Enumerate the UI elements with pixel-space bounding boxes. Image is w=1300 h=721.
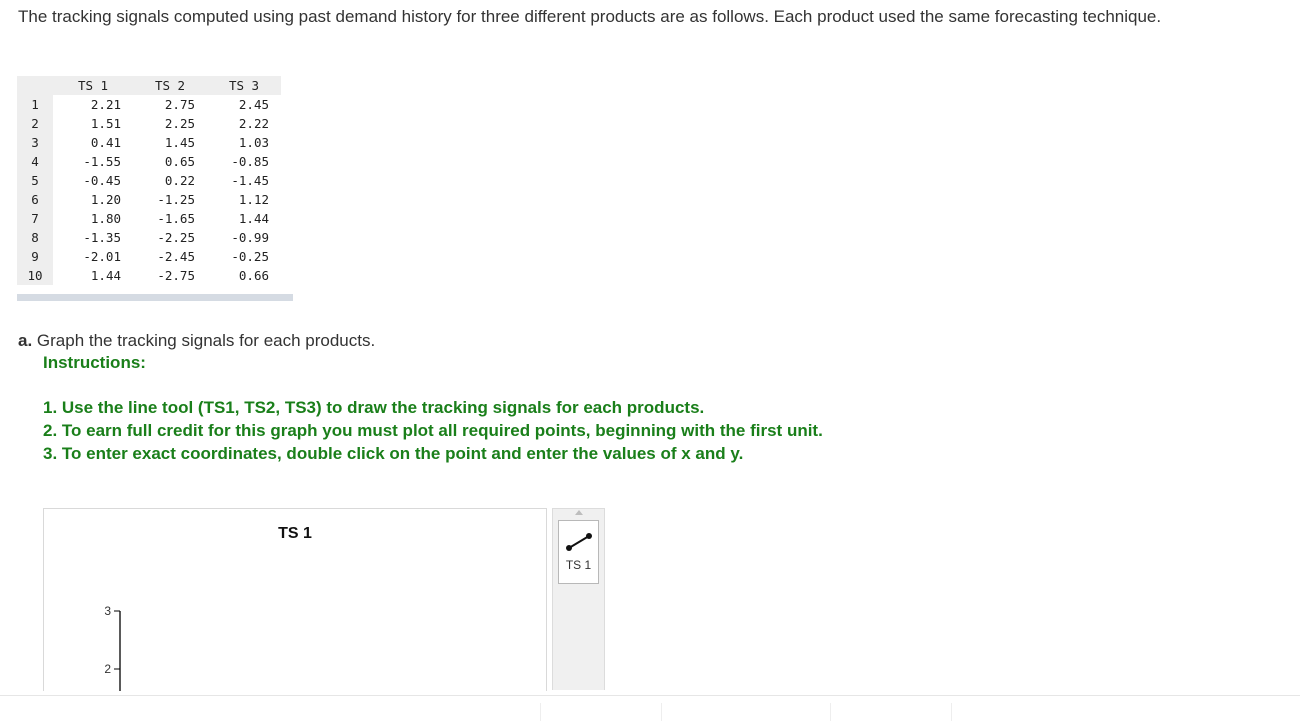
table-row: 2 1.51 2.25 2.22 [17,114,281,133]
row-index-cell: 6 [17,190,53,209]
table-row: 1 2.21 2.75 2.45 [17,95,281,114]
ts1-value-cell: -2.01 [83,249,121,264]
footer-separator [540,703,541,721]
instruction-item: 1. Use the line tool (TS1, TS2, TS3) to … [43,398,705,417]
ts3-value-cell: 2.22 [238,116,269,131]
ts3-value-cell: -1.45 [231,173,269,188]
ts2-value-cell: 2.25 [164,116,195,131]
ts3-value-cell: 1.12 [238,192,269,207]
ts1-value-cell: 1.20 [90,192,121,207]
ts1-value-cell: -0.45 [83,173,121,188]
row-index-cell: 10 [17,266,53,285]
line-tool-ts1-button[interactable]: TS 1 [558,520,599,584]
instructions-list: 1. Use the line tool (TS1, TS2, TS3) to … [43,396,823,465]
tool-palette: TS 1 [552,508,605,690]
instruction-item: 3. To enter exact coordinates, double cl… [43,444,744,463]
ts2-value-cell: -2.45 [157,249,195,264]
column-header-ts2: TS 2 [133,76,207,95]
footer-separator [830,703,831,721]
footer-divider [0,695,1300,696]
ts3-value-cell: -0.99 [231,230,269,245]
ts1-value-cell: 1.80 [90,211,121,226]
row-index-cell: 2 [17,114,53,133]
table-row: 6 1.20 -1.25 1.12 [17,190,281,209]
table-row: 7 1.80 -1.65 1.44 [17,209,281,228]
table-row: 9 -2.01 -2.45 -0.25 [17,247,281,266]
row-index-header [17,76,53,95]
ts2-value-cell: 1.45 [164,135,195,150]
problem-intro: The tracking signals computed using past… [18,7,1162,26]
ts1-value-cell: -1.35 [83,230,121,245]
graph-axis: 3 2 [104,604,121,691]
table-row: 8 -1.35 -2.25 -0.99 [17,228,281,247]
ts3-value-cell: 1.44 [238,211,269,226]
row-index-cell: 1 [17,95,53,114]
table-row: 4 -1.55 0.65 -0.85 [17,152,281,171]
ts3-value-cell: 2.45 [238,97,269,112]
ts2-value-cell: -1.65 [157,211,195,226]
row-index-cell: 4 [17,152,53,171]
ts2-value-cell: 2.75 [164,97,195,112]
ts2-value-cell: 0.22 [164,173,195,188]
ts1-value-cell: 0.41 [90,135,121,150]
tracking-signal-table-container: TS 1 TS 2 TS 3 1 2.21 2.75 2.45 2 1.51 2.25 2.2… [17,76,293,301]
column-header-ts1: TS 1 [53,76,133,95]
ts3-value-cell: -0.85 [231,154,269,169]
table-header-row: TS 1 TS 2 TS 3 [17,76,281,95]
footer-separator [951,703,952,721]
ts3-value-cell: 1.03 [238,135,269,150]
row-index-cell: 3 [17,133,53,152]
ts1-value-cell: 1.51 [90,116,121,131]
ts3-value-cell: 0.66 [238,268,269,283]
row-index-cell: 7 [17,209,53,228]
row-index-cell: 8 [17,228,53,247]
table-row: 5 -0.45 0.22 -1.45 [17,171,281,190]
y-tick-label: 2 [104,662,111,676]
column-header-ts3: TS 3 [207,76,281,95]
row-index-cell: 5 [17,171,53,190]
ts1-value-cell: 1.44 [90,268,121,283]
y-tick-label: 3 [104,604,111,618]
ts1-value-cell: -1.55 [83,154,121,169]
ts1-value-cell: 2.21 [90,97,121,112]
instruction-item: 2. To earn full credit for this graph yo… [43,421,823,440]
tracking-signal-table: TS 1 TS 2 TS 3 1 2.21 2.75 2.45 2 1.51 2.25 2.2… [17,76,281,285]
ts2-value-cell: -2.75 [157,268,195,283]
ts3-value-cell: -0.25 [231,249,269,264]
question-a: a. Graph the tracking signals for each p… [18,330,375,352]
question-letter: a. [18,331,33,350]
footer-separator [661,703,662,721]
table-row: 3 0.41 1.45 1.03 [17,133,281,152]
question-text: Graph the tracking signals for each prod… [32,331,376,350]
line-tool-label: TS 1 [565,558,592,572]
instructions-heading: Instructions: [43,353,146,372]
ts2-value-cell: -1.25 [157,192,195,207]
row-index-cell: 9 [17,247,53,266]
ts2-value-cell: -2.25 [157,230,195,245]
ts2-value-cell: 0.65 [164,154,195,169]
table-horizontal-scrollbar[interactable] [17,294,293,301]
table-row: 10 1.44 -2.75 0.66 [17,266,281,285]
scroll-up-arrow-icon[interactable] [575,510,583,515]
graph-canvas[interactable]: TS 1 3 2 [43,508,547,691]
line-tool-icon [566,533,592,551]
